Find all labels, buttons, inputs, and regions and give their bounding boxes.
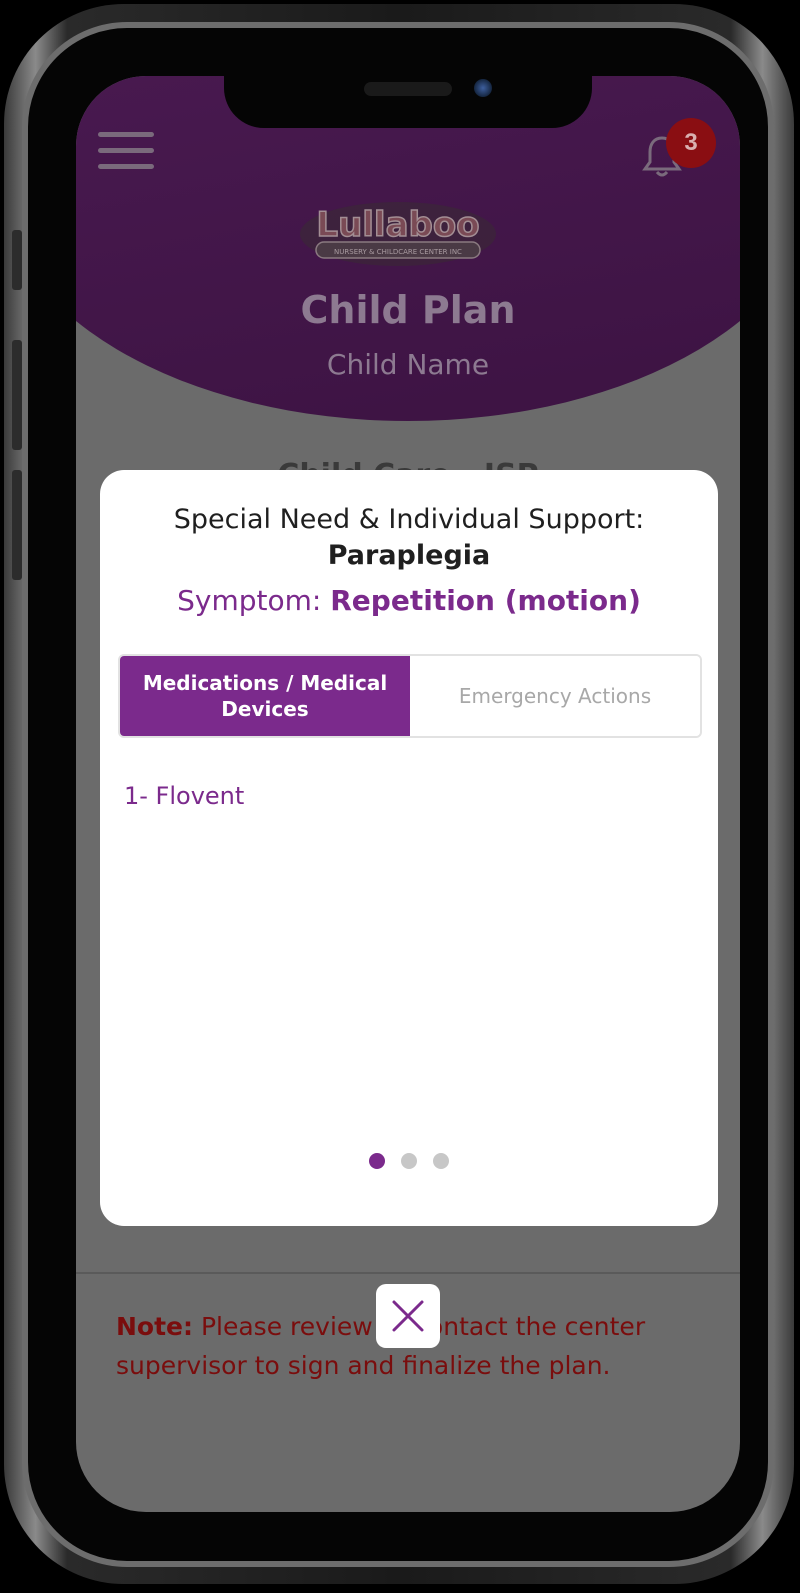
- hamburger-menu-icon[interactable]: [98, 132, 154, 170]
- front-camera: [474, 79, 492, 97]
- modal-title-prefix: Special Need & Individual Support:: [173, 504, 645, 535]
- tab-medications[interactable]: Medications / Medical Devices: [120, 656, 410, 736]
- symptom-line: Symptom: Repetition (motion): [100, 584, 718, 617]
- pagination-dots: [100, 1153, 718, 1169]
- svg-text:Lullaboo: Lullaboo: [316, 205, 479, 245]
- notification-badge[interactable]: 3: [666, 118, 716, 168]
- phone-side-button: [12, 340, 22, 450]
- speaker-grille: [364, 82, 452, 96]
- modal-title: Special Need & Individual Support: Parap…: [100, 502, 718, 574]
- support-plan-modal: Special Need & Individual Support: Parap…: [100, 470, 718, 1226]
- modal-tabs: Medications / Medical Devices Emergency …: [118, 654, 702, 738]
- svg-text:NURSERY & CHILDCARE CENTER INC: NURSERY & CHILDCARE CENTER INC: [334, 248, 462, 256]
- tab-emergency-actions[interactable]: Emergency Actions: [410, 656, 700, 736]
- page-dot-2[interactable]: [401, 1153, 417, 1169]
- close-icon: [392, 1300, 424, 1332]
- page-title: Child Plan: [300, 288, 516, 332]
- medication-item: 1- Flovent: [124, 782, 245, 810]
- condition-name: Paraplegia: [327, 540, 491, 571]
- close-modal-button[interactable]: [376, 1284, 440, 1348]
- note-label: Note:: [116, 1312, 194, 1341]
- lullaboo-logo: Lullaboo NURSERY & CHILDCARE CENTER INC: [298, 186, 498, 272]
- page-dot-1[interactable]: [369, 1153, 385, 1169]
- phone-side-button: [12, 470, 22, 580]
- child-name-label: Child Name: [326, 348, 490, 381]
- page-dot-3[interactable]: [433, 1153, 449, 1169]
- symptom-value: Repetition (motion): [330, 584, 641, 617]
- symptom-label: Symptom:: [177, 584, 331, 617]
- divider: [76, 1272, 740, 1274]
- phone-side-button: [12, 230, 22, 290]
- phone-notch: [224, 76, 592, 128]
